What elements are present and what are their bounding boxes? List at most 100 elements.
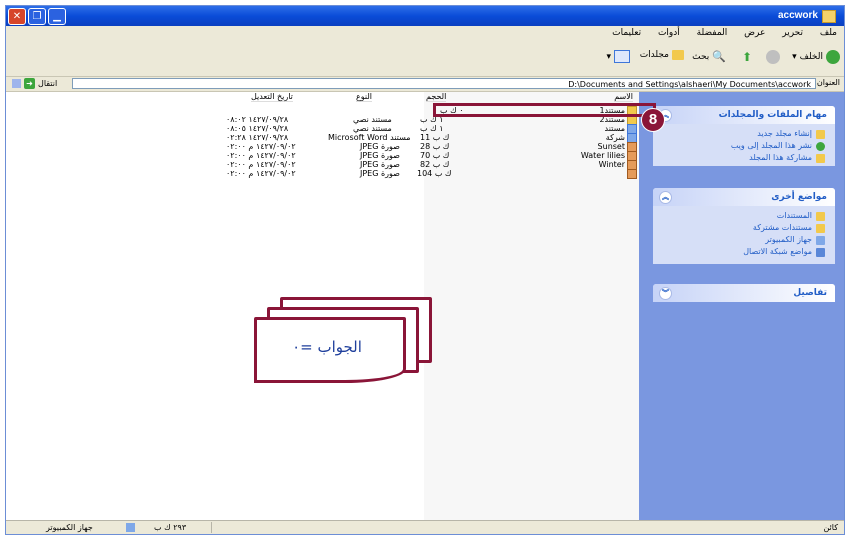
menu-favorites[interactable]: المفضلة xyxy=(697,26,728,40)
task-share-folder[interactable]: مشاركة هذا المجلد xyxy=(653,152,835,164)
menu-tools[interactable]: أدوات xyxy=(658,26,680,40)
share-folder-icon xyxy=(816,153,825,163)
expand-chevron-icon[interactable]: ︾ xyxy=(659,287,672,300)
place-label: جهاز الكمبيوتر xyxy=(765,235,812,244)
explorer-window: ✕ ❐ ▁ accwork ملف تحرير عرض المفضلة أدوا… xyxy=(5,5,845,535)
column-type[interactable]: النوع xyxy=(356,92,372,102)
place-network[interactable]: مواضع شبكة الاتصال xyxy=(653,246,835,258)
column-date[interactable]: تاريخ التعديل xyxy=(251,92,293,102)
table-row[interactable]: شركة 11 ك ب Microsoft Word مستند ١٤٢٧/٠٩… xyxy=(206,133,637,143)
status-objects: كائن xyxy=(823,523,838,532)
new-folder-icon xyxy=(816,129,825,139)
search-icon: 🔍 xyxy=(712,50,726,63)
menu-view[interactable]: عرض xyxy=(744,26,765,40)
task-new-folder[interactable]: إنشاء مجلد جديد xyxy=(653,128,835,140)
place-label: مستندات مشتركة xyxy=(752,223,812,232)
file-date: ١٤٢٧/٠٩/٠٢ م ٠٢:٠٠ xyxy=(226,142,296,151)
details-header[interactable]: تفاصيل ︾ xyxy=(653,284,835,302)
title-bar: ✕ ❐ ▁ accwork xyxy=(6,6,844,26)
search-button[interactable]: 🔍 بحث xyxy=(692,50,726,63)
file-type: مستند نصي xyxy=(353,124,392,133)
file-type: JPEG صورة xyxy=(360,151,400,160)
address-label: العنوان xyxy=(816,78,840,87)
menu-file[interactable]: ملف xyxy=(820,26,837,40)
network-icon xyxy=(816,247,825,257)
file-name: مستند xyxy=(604,124,625,133)
place-label: مواضع شبكة الاتصال xyxy=(743,247,812,256)
table-row[interactable]: Winter 82 ك ب JPEG صورة ١٤٢٧/٠٩/٠٢ م ٠٢:… xyxy=(206,160,637,170)
folder-icon xyxy=(822,10,836,23)
shared-folder-icon xyxy=(816,223,825,233)
minimize-button[interactable]: ▁ xyxy=(48,8,66,25)
task-publish-web[interactable]: نشر هذا المجلد إلى ويب xyxy=(653,140,835,152)
status-size: ٢٩٣ ك ب xyxy=(154,523,187,532)
globe-icon xyxy=(816,141,825,151)
file-size: 104 ك ب xyxy=(417,169,452,178)
place-label: المستندات xyxy=(776,211,812,220)
place-shared-documents[interactable]: مستندات مشتركة xyxy=(653,222,835,234)
chevron-down-icon: ▾ xyxy=(606,51,611,62)
status-location: جهاز الكمبيوتر xyxy=(46,523,93,532)
maximize-button[interactable]: ❐ xyxy=(28,8,46,25)
address-path: D:\Documents and Settings\alshaeri\My Do… xyxy=(568,80,811,89)
forward-button[interactable] xyxy=(766,50,780,64)
folders-label: مجلدات xyxy=(639,50,669,60)
window-title: accwork xyxy=(777,10,818,21)
column-size[interactable]: الحجم xyxy=(426,92,447,102)
up-folder-icon: ⬆ xyxy=(741,50,752,64)
file-type: JPEG صورة xyxy=(360,142,400,151)
computer-icon xyxy=(816,235,825,245)
file-name: Water lilies xyxy=(580,151,625,160)
file-type: JPEG صورة xyxy=(360,160,400,169)
address-dropdown-icon[interactable] xyxy=(12,79,21,88)
collapse-chevron-icon[interactable]: ︽ xyxy=(659,191,672,204)
file-name: Winter xyxy=(598,160,625,169)
search-label: بحث xyxy=(692,51,710,62)
toolbar: الخلف ▾ ⬆ 🔍 بحث مجلدات ▾ xyxy=(6,40,844,77)
other-places-header[interactable]: مواضع أخرى ︽ xyxy=(653,188,835,206)
task-label: إنشاء مجلد جديد xyxy=(757,129,812,138)
table-row[interactable]: Sunset 28 ك ب JPEG صورة ١٤٢٧/٠٩/٠٢ م ٠٢:… xyxy=(206,142,637,152)
documents-folder-icon xyxy=(816,211,825,221)
back-button[interactable]: الخلف ▾ xyxy=(792,50,840,64)
table-row[interactable]: Water lilies 70 ك ب JPEG صورة ١٤٢٧/٠٩/٠٢… xyxy=(206,151,637,161)
file-tasks-header[interactable]: مهام الملفات والمجلدات ︽ xyxy=(653,106,835,124)
task-label: مشاركة هذا المجلد xyxy=(749,153,812,162)
file-date: ١٤٢٧/٠٩/٢٨ ٠٢:٢٨ xyxy=(226,133,289,142)
details-panel: تفاصيل ︾ xyxy=(653,284,835,302)
address-input[interactable]: D:\Documents and Settings\alshaeri\My Do… xyxy=(72,78,816,89)
back-label: الخلف xyxy=(799,52,823,62)
file-date: ١٤٢٧/٠٩/٠٢ م ٠٢:٠٠ xyxy=(226,151,296,160)
place-documents[interactable]: المستندات xyxy=(653,210,835,222)
table-row[interactable]: مستند ١ ك ب مستند نصي ١٤٢٧/٠٩/٢٨ ٠٨:٠٥ xyxy=(206,124,637,134)
other-places-panel: مواضع أخرى ︽ المستندات مستندات مشتركة جه… xyxy=(653,188,835,264)
address-bar: العنوان D:\Documents and Settings\alshae… xyxy=(6,77,844,92)
file-size: 82 ك ب xyxy=(420,160,450,169)
highlight-frame xyxy=(433,103,656,117)
menu-help[interactable]: تعليمات xyxy=(612,26,641,40)
views-button[interactable]: ▾ xyxy=(606,50,630,63)
close-button[interactable]: ✕ xyxy=(8,8,26,25)
go-button[interactable]: ➜ انتقال xyxy=(12,78,57,89)
task-label: نشر هذا المجلد إلى ويب xyxy=(730,141,812,150)
forward-arrow-icon xyxy=(766,50,780,64)
file-date: ١٤٢٧/٠٩/٢٨ ٠٨:٠٢ xyxy=(226,115,289,124)
menu-bar: ملف تحرير عرض المفضلة أدوات تعليمات xyxy=(6,26,844,40)
status-bar: كائن ٢٩٣ ك ب جهاز الكمبيوتر xyxy=(6,520,844,534)
place-my-computer[interactable]: جهاز الكمبيوتر xyxy=(653,234,835,246)
computer-icon xyxy=(126,523,135,532)
go-arrow-icon: ➜ xyxy=(24,78,35,89)
folders-button[interactable]: مجلدات xyxy=(640,50,684,60)
up-button[interactable]: ⬆ xyxy=(742,50,752,64)
file-tasks-title: مهام الملفات والمجلدات xyxy=(718,110,827,120)
file-name: Sunset xyxy=(597,142,625,151)
table-row[interactable]: 104 ك ب JPEG صورة ١٤٢٧/٠٩/٠٢ م ٠٢:٠٠ xyxy=(206,169,637,179)
file-date: ١٤٢٧/٠٩/٠٢ م ٠٢:٠٠ xyxy=(226,160,296,169)
file-type: مستند نصي xyxy=(353,115,392,124)
file-type: Microsoft Word مستند xyxy=(328,133,411,142)
file-size: ١ ك ب xyxy=(420,124,444,133)
folders-icon xyxy=(672,50,684,60)
status-divider xyxy=(211,522,212,533)
column-name[interactable]: الاسم xyxy=(614,92,633,102)
menu-edit[interactable]: تحرير xyxy=(782,26,803,40)
